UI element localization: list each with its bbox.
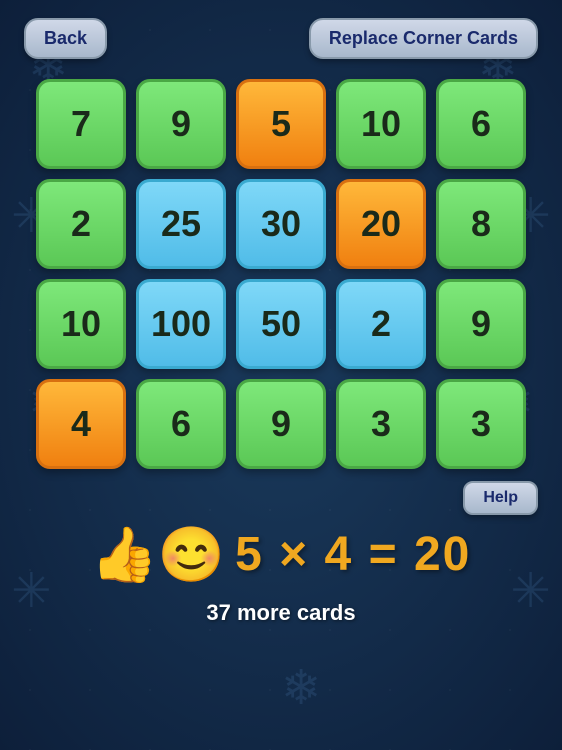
card-4[interactable]: 6 [436, 79, 526, 169]
card-12[interactable]: 50 [236, 279, 326, 369]
thumbs-up-emoji: 👍😊 [91, 528, 225, 582]
more-cards-label: 37 more cards [206, 600, 355, 626]
help-button[interactable]: Help [463, 481, 538, 515]
card-3[interactable]: 10 [336, 79, 426, 169]
back-button[interactable]: Back [24, 18, 107, 59]
card-grid: 7951062253020810100502946933 [36, 79, 526, 469]
equation-row: 👍😊 5 × 4 = 20 [91, 527, 472, 582]
card-16[interactable]: 6 [136, 379, 226, 469]
card-7[interactable]: 30 [236, 179, 326, 269]
card-9[interactable]: 8 [436, 179, 526, 269]
equation-text: 5 × 4 = 20 [235, 527, 471, 582]
card-18[interactable]: 3 [336, 379, 426, 469]
card-14[interactable]: 9 [436, 279, 526, 369]
card-0[interactable]: 7 [36, 79, 126, 169]
card-8[interactable]: 20 [336, 179, 426, 269]
replace-corner-cards-button[interactable]: Replace Corner Cards [309, 18, 538, 59]
card-15[interactable]: 4 [36, 379, 126, 469]
card-2[interactable]: 5 [236, 79, 326, 169]
card-13[interactable]: 2 [336, 279, 426, 369]
card-10[interactable]: 10 [36, 279, 126, 369]
card-1[interactable]: 9 [136, 79, 226, 169]
card-5[interactable]: 2 [36, 179, 126, 269]
card-19[interactable]: 3 [436, 379, 526, 469]
card-17[interactable]: 9 [236, 379, 326, 469]
card-11[interactable]: 100 [136, 279, 226, 369]
card-6[interactable]: 25 [136, 179, 226, 269]
